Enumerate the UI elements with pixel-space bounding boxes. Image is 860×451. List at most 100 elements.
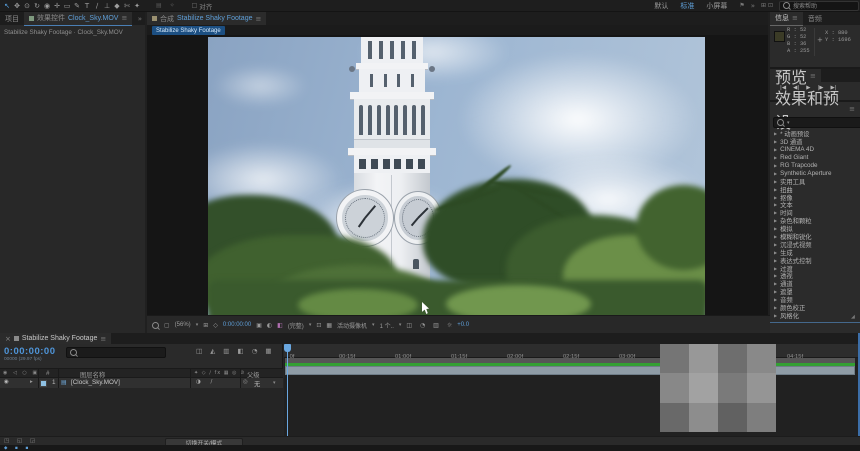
effects-category-row[interactable]: ▶ Red Giant — [770, 154, 860, 162]
grid-guides-icon[interactable]: ⊞ — [203, 322, 208, 329]
camera-view-select[interactable]: 活动摄像机 — [337, 321, 367, 330]
twirl-right-icon[interactable]: ▶ — [774, 210, 777, 215]
timeline-toggle-icons[interactable]: ◳ ◱ ◲ — [4, 438, 38, 444]
twirl-right-icon[interactable]: ▶ — [774, 266, 777, 271]
workspace-default[interactable]: 默认 — [654, 1, 668, 11]
workspace-small-screen[interactable]: 小屏幕 — [706, 1, 727, 11]
pan-behind-tool[interactable]: ✛ — [52, 2, 62, 10]
effects-category-row[interactable]: ▶ RG Trapcode — [770, 162, 860, 170]
help-search-box[interactable]: 搜索帮助 — [779, 1, 859, 11]
chevron-down-icon[interactable]: ▾ — [273, 380, 276, 386]
clone-stamp-tool[interactable]: ⊥ — [102, 2, 112, 10]
region-of-interest-icon[interactable]: ⊡ — [316, 322, 321, 329]
twirl-right-icon[interactable]: ▶ — [774, 281, 777, 286]
close-icon[interactable]: × — [5, 335, 11, 343]
tab-effect-controls[interactable]: 效果控件 Clock_Sky.MOV ≡ — [24, 12, 132, 26]
twirl-right-icon[interactable]: ▶ — [774, 242, 777, 247]
effects-category-row[interactable]: ▶ 3D 通道 — [770, 138, 860, 146]
tab-composition[interactable]: 合成 Stabilize Shaky Footage ≡ — [147, 12, 266, 25]
rotation-tool[interactable]: ↻ — [32, 2, 42, 10]
timeline-timecode[interactable]: 0:00:00:00 — [4, 346, 55, 357]
twirl-right-icon[interactable]: ▶ — [774, 250, 777, 255]
workspace-flag-icon[interactable]: ⚑ — [739, 2, 744, 9]
show-snapshot-icon[interactable]: ◐ — [267, 322, 272, 329]
workspace-standard[interactable]: 标准 — [680, 1, 694, 11]
shape-tool[interactable]: ▭ — [62, 2, 72, 10]
panel-menu-icon[interactable]: ≡ — [256, 15, 262, 23]
selection-tool[interactable]: ↖ — [2, 2, 12, 10]
tab-preview[interactable]: 预览 ≡ — [770, 69, 821, 82]
camera-tool[interactable]: ◉ — [42, 2, 52, 10]
tab-audio[interactable]: 音频 — [803, 14, 827, 24]
layer-switch-icons[interactable]: ◑ ∕ — [196, 379, 216, 385]
twirl-right-icon[interactable]: ▶ — [774, 195, 777, 200]
tab-effects-presets[interactable]: 效果和预设 ≡ — [770, 102, 860, 115]
tab-timeline[interactable]: × Stabilize Shaky Footage ≡ — [0, 333, 111, 344]
type-tool[interactable]: T — [82, 2, 92, 10]
twirl-right-icon[interactable]: ▶ — [774, 139, 777, 144]
brush-tool[interactable]: ∕ — [92, 2, 102, 10]
parent-select[interactable]: 无 — [254, 379, 260, 388]
twirl-right-icon[interactable]: ▶ — [774, 187, 777, 192]
channels-icon[interactable]: ◧ — [277, 322, 283, 329]
panel-menu-icon[interactable]: ≡ — [849, 105, 855, 113]
view-options-icons[interactable]: ◫ ◔ ▥ — [406, 322, 441, 329]
monitor-icon[interactable]: ▢ — [164, 322, 170, 329]
hand-tool[interactable]: ✥ — [12, 2, 22, 10]
reset-exposure-icon[interactable]: ☼ — [447, 322, 452, 329]
timeline-feature-icons[interactable]: ◫ ◭ ▥ ◧ ◔ ▦ — [196, 347, 275, 355]
twirl-right-icon[interactable]: ▶ — [774, 258, 777, 263]
viewer-zoom-icon[interactable] — [152, 322, 159, 329]
tab-overflow-icon[interactable]: » — [138, 15, 142, 23]
align-checkbox-icon[interactable]: □ — [192, 2, 198, 9]
eraser-tool[interactable]: ◆ — [112, 2, 122, 10]
twirl-right-icon[interactable]: ▶ — [774, 155, 777, 160]
twirl-right-icon[interactable]: ▶ — [774, 297, 777, 302]
window-buttons-icon[interactable]: ⊞ ⊡ — [761, 2, 773, 9]
twirl-right-icon[interactable]: ▶ — [774, 163, 777, 168]
twirl-right-icon[interactable]: ▶ — [774, 273, 777, 278]
zoom-level[interactable]: (56%) — [175, 322, 191, 328]
twirl-right-icon[interactable]: ▶ — [774, 171, 777, 176]
mask-visibility-icon[interactable]: ◇ — [213, 322, 218, 329]
effects-category-row[interactable]: ▶ CINEMA 4D — [770, 146, 860, 154]
layer-color-label[interactable] — [40, 380, 47, 387]
twirl-icon[interactable]: ▸ — [30, 379, 33, 385]
eye-icon[interactable]: ◉ — [4, 379, 9, 385]
twirl-right-icon[interactable]: ▶ — [774, 147, 777, 152]
panel-menu-icon[interactable]: ≡ — [100, 335, 106, 343]
twirl-right-icon[interactable]: ▶ — [774, 218, 777, 223]
twirl-right-icon[interactable]: ▶ — [774, 202, 777, 207]
twirl-right-icon[interactable]: ▶ — [774, 313, 777, 318]
chevron-down-icon[interactable]: ▾ — [309, 322, 312, 328]
twirl-right-icon[interactable]: ▶ — [774, 289, 777, 294]
comp-navigator-breadcrumb[interactable]: Stabilize Shaky Footage — [152, 26, 225, 35]
tab-info[interactable]: 信息 ≡ — [770, 12, 803, 26]
twirl-right-icon[interactable]: ▶ — [774, 234, 777, 239]
puppet-pin-tool[interactable]: ✦ — [132, 2, 142, 10]
exposure-value[interactable]: +0.0 — [457, 322, 469, 328]
panel-resize-grip-icon[interactable]: ◢ — [851, 314, 855, 320]
overflow-chevrons-icon[interactable]: » — [751, 2, 755, 10]
tab-project[interactable]: 项目 — [0, 14, 24, 24]
zoom-tool[interactable]: ⊙ — [22, 2, 32, 10]
pen-tool[interactable]: ✎ — [72, 2, 82, 10]
timeline-search-box[interactable] — [66, 347, 166, 358]
viewer-timecode[interactable]: 0:00:00:00 — [223, 322, 251, 328]
composition-viewport[interactable] — [208, 37, 705, 315]
transparency-grid-icon[interactable]: ▦ — [326, 322, 332, 329]
twirl-right-icon[interactable]: ▶ — [774, 179, 777, 184]
parent-pickwhip-icon[interactable]: ◎ — [243, 379, 248, 385]
chevron-down-icon[interactable]: ▾ — [196, 322, 199, 328]
roto-brush-tool[interactable]: ✄ — [122, 2, 132, 10]
chevron-down-icon[interactable]: ▾ — [372, 322, 375, 328]
snapshot-icon[interactable]: ▣ — [256, 322, 262, 329]
chevron-down-icon[interactable]: ▾ — [399, 322, 402, 328]
twirl-right-icon[interactable]: ▶ — [774, 226, 777, 231]
twirl-right-icon[interactable]: ▶ — [774, 131, 777, 136]
resolution-select[interactable]: (完整) — [288, 321, 304, 330]
twirl-right-icon[interactable]: ▶ — [774, 305, 777, 310]
playhead[interactable] — [284, 344, 291, 352]
effects-search-box[interactable]: ▾ — [773, 117, 860, 128]
layer-name[interactable]: [Clock_Sky.MOV] — [71, 379, 120, 386]
